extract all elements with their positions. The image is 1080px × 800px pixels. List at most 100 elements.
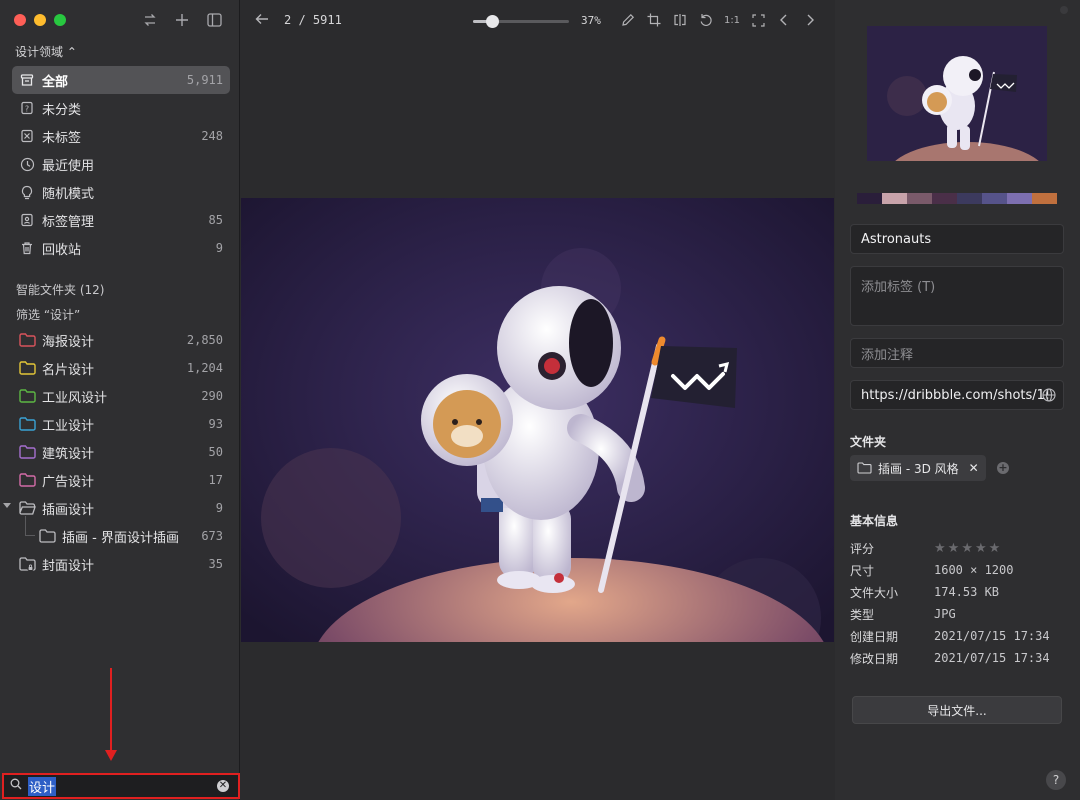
fit-screen-icon[interactable] bbox=[749, 11, 767, 29]
palette-swatch[interactable] bbox=[982, 193, 1007, 204]
folder-item-expanded[interactable]: 插画设计 9 bbox=[3, 494, 230, 522]
clear-search-icon[interactable]: ✕ bbox=[217, 780, 229, 792]
library-switcher[interactable]: 设计领域 ⌃ bbox=[15, 43, 77, 60]
next-image-icon[interactable] bbox=[801, 11, 819, 29]
filter-heading: 筛选 “设计” bbox=[16, 308, 81, 322]
folder-item[interactable]: 海报设计 2,850 bbox=[12, 326, 230, 354]
nav-item-label: 未分类 bbox=[42, 102, 82, 118]
folder-icon bbox=[857, 462, 872, 474]
url-field[interactable]: https://dribbble.com/shots/1! bbox=[850, 380, 1064, 410]
star-icon[interactable]: ★ bbox=[975, 541, 987, 556]
folder-item[interactable]: 工业风设计 290 bbox=[12, 382, 230, 410]
palette-swatch[interactable] bbox=[882, 193, 907, 204]
info-key: 创建日期 bbox=[850, 629, 899, 644]
folder-count: 35 bbox=[208, 557, 223, 571]
zoom-window-button[interactable] bbox=[54, 14, 66, 26]
palette-swatch[interactable] bbox=[1007, 193, 1032, 204]
subfolder-item[interactable]: 插画 - 界面设计插画 673 bbox=[12, 516, 230, 550]
minimize-window-button[interactable] bbox=[34, 14, 46, 26]
back-arrow-icon[interactable] bbox=[255, 12, 269, 30]
edit-pencil-icon[interactable] bbox=[619, 11, 637, 29]
folder-icon bbox=[18, 415, 36, 433]
rotate-icon[interactable] bbox=[697, 11, 715, 29]
folder-icon bbox=[18, 359, 36, 377]
folder-item[interactable]: 工业设计 93 bbox=[12, 410, 230, 438]
info-row-dimensions: 尺寸 1600 × 1200 bbox=[850, 561, 1070, 579]
folder-item[interactable]: 广告设计 17 bbox=[12, 466, 230, 494]
folder-label: 封面设计 bbox=[42, 558, 95, 574]
rating-stars[interactable]: ★ ★ ★ ★ ★ bbox=[934, 541, 1000, 556]
sidebar-toggle-icon[interactable] bbox=[205, 11, 223, 29]
title-field[interactable]: Astronauts bbox=[850, 224, 1064, 254]
globe-icon[interactable] bbox=[1042, 388, 1056, 406]
zoom-slider-knob[interactable] bbox=[486, 15, 500, 28]
add-icon[interactable] bbox=[173, 11, 191, 29]
folder-item[interactable]: 名片设计 1,204 bbox=[12, 354, 230, 382]
library-nav: 全部 5,911 ? 未分类 未标签 248 最近使用 随机模式 标签管理 85 bbox=[12, 66, 230, 262]
zoom-slider[interactable] bbox=[473, 15, 569, 28]
nav-item-uncategorized[interactable]: ? 未分类 bbox=[12, 94, 230, 122]
search-field[interactable]: 设计 ✕ bbox=[2, 773, 240, 799]
nav-item-label: 全部 bbox=[42, 74, 69, 90]
palette-swatch[interactable] bbox=[957, 193, 982, 204]
disclosure-triangle-icon[interactable] bbox=[3, 503, 11, 508]
star-icon[interactable]: ★ bbox=[961, 541, 973, 556]
search-icon bbox=[10, 778, 22, 794]
folder-item[interactable]: 建筑设计 50 bbox=[12, 438, 230, 466]
tags-field[interactable]: 添加标签 (T) bbox=[850, 266, 1064, 326]
info-key: 类型 bbox=[850, 607, 875, 622]
nav-item-random[interactable]: 随机模式 bbox=[12, 178, 230, 206]
help-button[interactable]: ? bbox=[1046, 770, 1066, 790]
info-key: 尺寸 bbox=[850, 563, 875, 578]
folder-icon bbox=[38, 527, 56, 545]
preview-image-astronaut bbox=[241, 198, 834, 642]
nav-item-tag-manager[interactable]: 标签管理 85 bbox=[12, 206, 230, 234]
nav-item-untagged[interactable]: 未标签 248 bbox=[12, 122, 230, 150]
sidebar: 设计领域 ⌃ 全部 5,911 ? 未分类 未标签 248 最近使用 随机模式 bbox=[0, 0, 240, 800]
info-row-rating: 评分 ★ ★ ★ ★ ★ bbox=[850, 539, 1070, 557]
close-window-button[interactable] bbox=[14, 14, 26, 26]
crop-icon[interactable] bbox=[645, 11, 663, 29]
star-icon[interactable]: ★ bbox=[934, 541, 946, 556]
folder-count: 93 bbox=[208, 417, 223, 431]
palette-swatch[interactable] bbox=[1032, 193, 1057, 204]
star-icon[interactable]: ★ bbox=[948, 541, 960, 556]
palette-swatch[interactable] bbox=[932, 193, 957, 204]
folder-count: 673 bbox=[201, 529, 223, 543]
inspector-panel: Astronauts 添加标签 (T) 添加注释 https://dribbbl… bbox=[835, 0, 1080, 800]
search-input[interactable]: 设计 bbox=[28, 776, 57, 796]
info-key: 评分 bbox=[850, 541, 875, 556]
tag-manager-icon bbox=[18, 211, 36, 229]
image-pager: 2 / 5911 bbox=[284, 13, 342, 27]
folder-icon bbox=[18, 443, 36, 461]
nav-item-recent[interactable]: 最近使用 bbox=[12, 150, 230, 178]
swap-icon[interactable] bbox=[141, 11, 159, 29]
info-key: 修改日期 bbox=[850, 651, 899, 666]
nav-item-all[interactable]: 全部 5,911 bbox=[12, 66, 230, 94]
folder-label: 工业风设计 bbox=[42, 390, 108, 406]
flip-icon[interactable] bbox=[671, 11, 689, 29]
nav-item-count: 248 bbox=[201, 129, 223, 143]
folder-item-locked[interactable]: 封面设计 35 bbox=[12, 550, 230, 578]
previous-image-icon[interactable] bbox=[775, 11, 793, 29]
note-field[interactable]: 添加注释 bbox=[850, 338, 1064, 368]
annotation-arrow bbox=[105, 668, 117, 761]
info-value: JPG bbox=[934, 607, 956, 621]
trash-icon bbox=[18, 239, 36, 257]
palette-swatch[interactable] bbox=[857, 193, 882, 204]
folder-chip[interactable]: 插画 - 3D 风格 ✕ bbox=[850, 455, 986, 481]
export-file-button[interactable]: 导出文件... bbox=[852, 696, 1062, 724]
folder-label: 海报设计 bbox=[42, 334, 95, 350]
nav-item-trash[interactable]: 回收站 9 bbox=[12, 234, 230, 262]
palette-swatch[interactable] bbox=[907, 193, 932, 204]
info-value: 1600 × 1200 bbox=[934, 563, 1014, 577]
smart-folders-heading[interactable]: 智能文件夹 (12) bbox=[16, 281, 104, 298]
info-row-modified: 修改日期 2021/07/15 17:34 bbox=[850, 649, 1070, 667]
folder-count: 2,850 bbox=[186, 333, 223, 347]
info-value: 2021/07/15 17:34 bbox=[934, 629, 1050, 643]
star-icon[interactable]: ★ bbox=[989, 541, 1001, 556]
add-folder-icon[interactable]: + bbox=[997, 462, 1009, 474]
actual-size-button[interactable]: 1:1 bbox=[723, 11, 741, 29]
uncategorized-icon: ? bbox=[18, 99, 36, 117]
remove-folder-icon[interactable]: ✕ bbox=[969, 461, 979, 475]
